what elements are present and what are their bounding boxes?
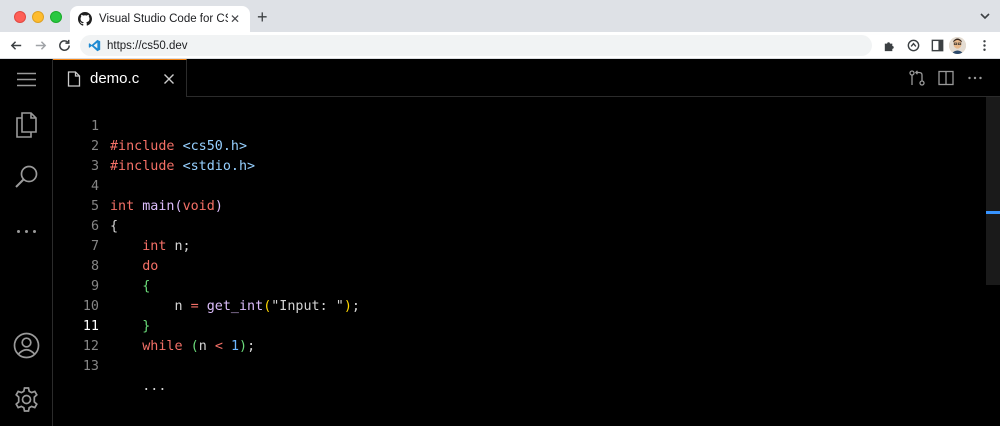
code-line: 13 ... [53, 337, 983, 394]
scrollbar-cursor-marker [986, 211, 1000, 214]
address-bar[interactable]: https://cs50.dev [80, 35, 872, 56]
code-line: 9 n = get_int("Input: "); [53, 257, 983, 314]
more-icon[interactable] [12, 217, 41, 246]
source-control-compare-icon[interactable] [908, 69, 926, 87]
browser-tab-strip: Visual Studio Code for CS50 ✕ + [0, 0, 1000, 32]
editor-tabs-row: demo.c [53, 59, 1000, 97]
editor-tab-filename: demo.c [90, 70, 140, 87]
code-line: 4 int main(void) [53, 157, 983, 214]
profile-avatar[interactable] [949, 37, 966, 54]
line-code: ... [110, 379, 167, 394]
editor-scrollbar[interactable] [986, 97, 1000, 285]
back-arrow-icon[interactable] [9, 38, 24, 53]
browser-tab[interactable]: Visual Studio Code for CS50 ✕ [70, 6, 250, 32]
activity-bar [0, 59, 53, 426]
explorer-files-icon[interactable] [12, 110, 41, 139]
editor-tab-demo-c[interactable]: demo.c [53, 59, 187, 97]
split-editor-icon[interactable] [937, 69, 955, 87]
github-icon [78, 12, 92, 26]
reload-icon[interactable] [57, 38, 72, 53]
url-text: https://cs50.dev [107, 39, 188, 52]
extensions-icon[interactable] [882, 38, 897, 53]
forward-arrow-icon[interactable] [33, 38, 48, 53]
menu-icon[interactable] [12, 65, 41, 94]
profile-face-icon [949, 37, 966, 54]
more-actions-icon[interactable] [966, 69, 984, 87]
settings-gear-icon[interactable] [12, 385, 41, 414]
code-line: 12 [53, 317, 983, 354]
window-close-button[interactable] [14, 11, 26, 23]
close-icon[interactable] [162, 72, 176, 86]
code-line-current: 11 while (n < 1); [53, 297, 983, 354]
browser-tab-close-icon[interactable]: ✕ [228, 12, 242, 26]
browser-tab-title: Visual Studio Code for CS50 [99, 13, 228, 25]
code-line: 10 } [53, 277, 983, 334]
code-line: 7 do [53, 217, 983, 274]
account-icon[interactable] [12, 331, 41, 360]
code-line: 8 { [53, 237, 983, 294]
tab-search-chevron-icon[interactable] [978, 9, 992, 23]
window-zoom-button[interactable] [50, 11, 62, 23]
code-line: 6 int n; [53, 197, 983, 254]
browser-toolbar: https://cs50.dev [0, 32, 1000, 59]
line-number: 13 [82, 359, 99, 374]
vscode-favicon-icon [88, 39, 101, 52]
code-line: 3 [53, 137, 983, 174]
sync-icon[interactable] [906, 38, 921, 53]
kebab-menu-icon[interactable] [977, 38, 992, 53]
code-line: 5 { [53, 177, 983, 234]
code-line: 1 #include <cs50.h> [53, 97, 983, 154]
code-line: 2 #include <stdio.h> [53, 117, 983, 174]
window-minimize-button[interactable] [32, 11, 44, 23]
search-icon[interactable] [12, 163, 41, 192]
file-icon [67, 70, 81, 87]
side-panel-icon[interactable] [930, 38, 945, 53]
new-tab-button[interactable]: + [257, 8, 268, 26]
code-editor[interactable]: 1 #include <cs50.h> 2 #include <stdio.h>… [53, 97, 1000, 426]
